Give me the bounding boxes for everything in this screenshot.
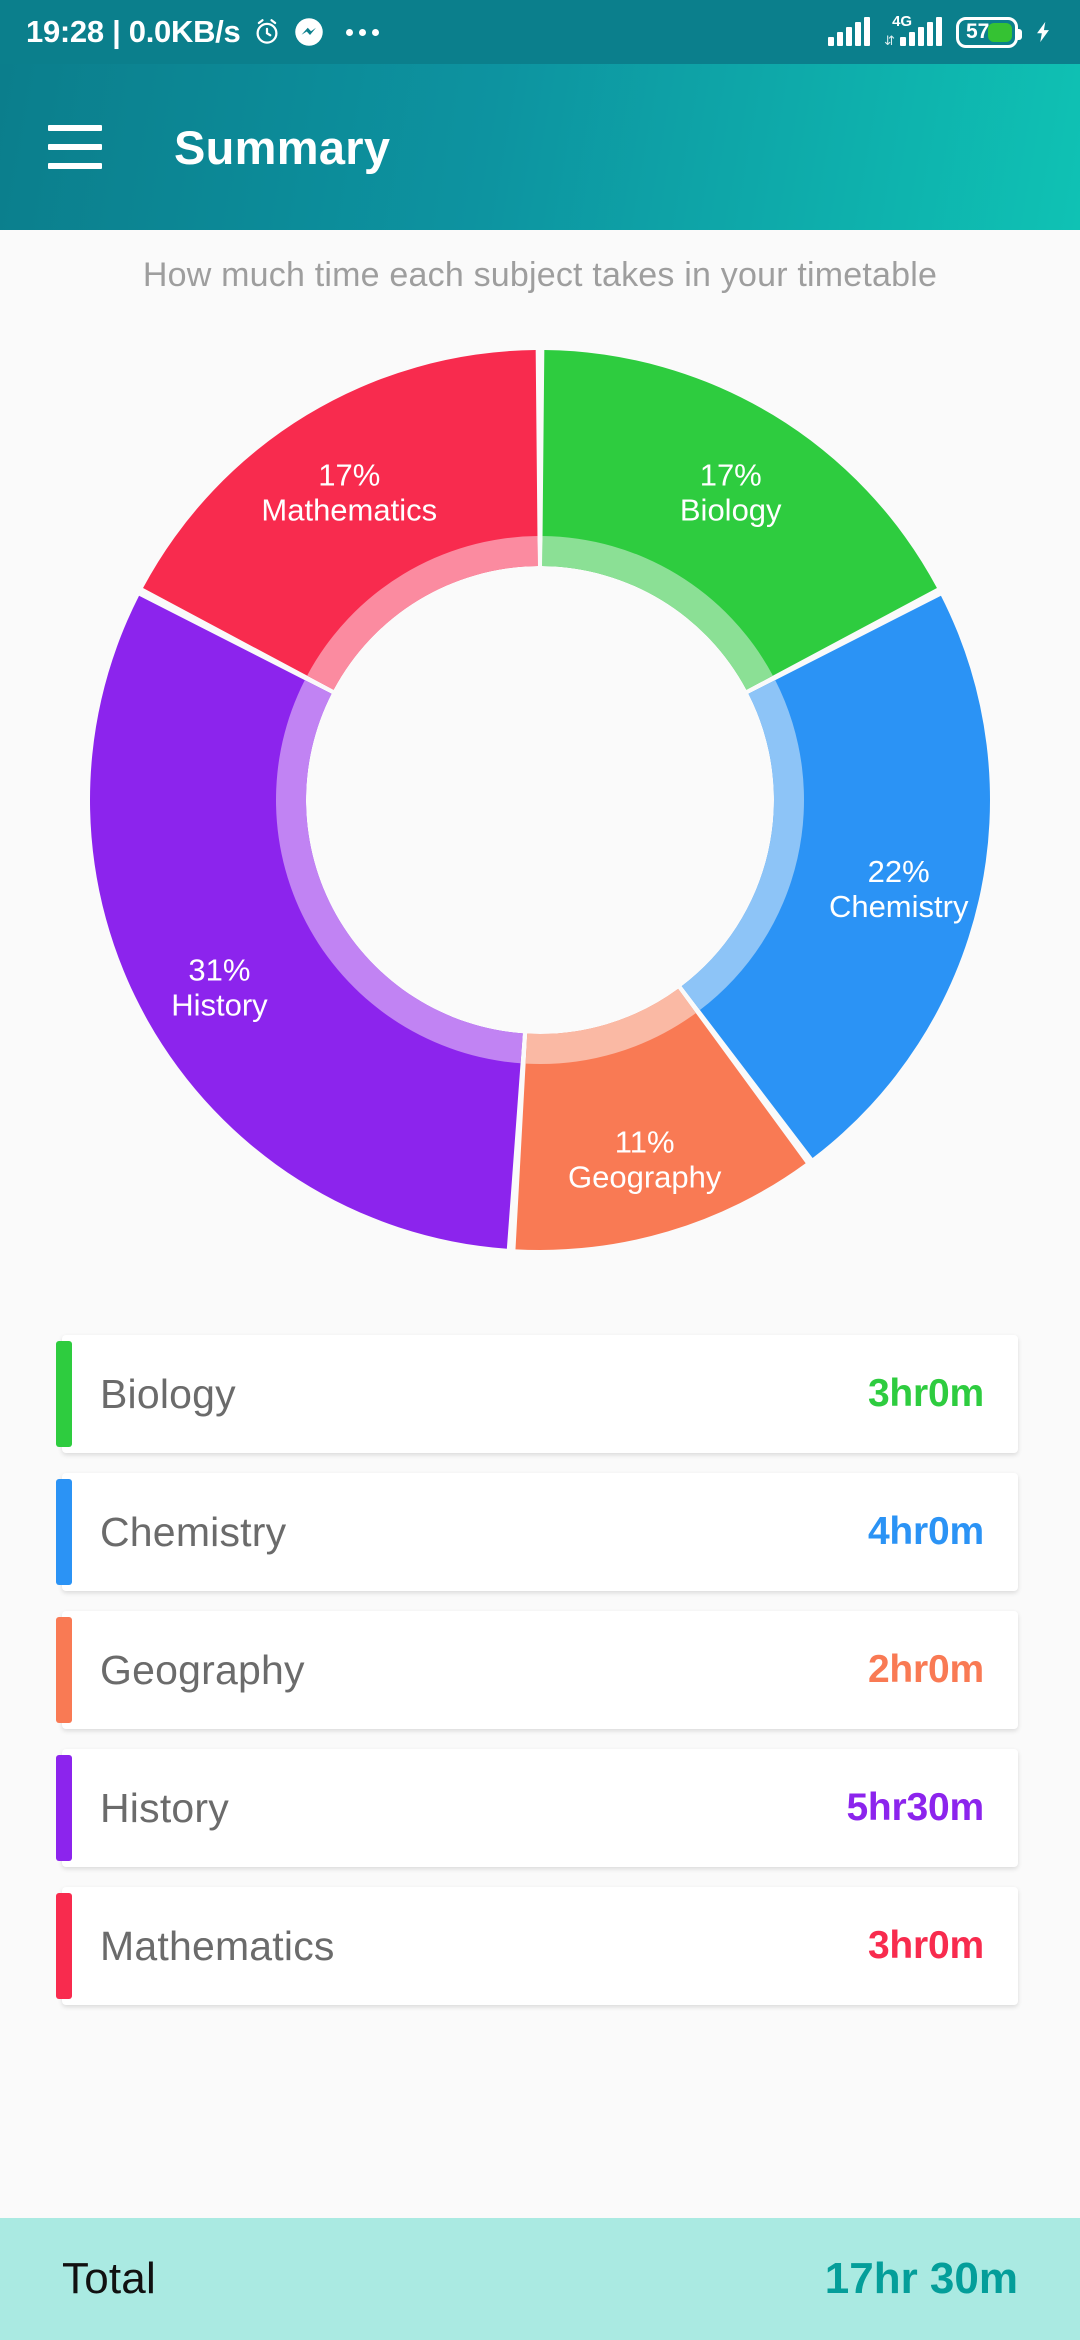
network-type-label: 4G: [892, 13, 913, 30]
pie-slice-percent-label: 17%: [700, 457, 762, 492]
battery-icon: 57: [956, 16, 1022, 48]
subject-duration: 3hr0m: [867, 1372, 984, 1415]
more-notifications-icon: [346, 28, 380, 36]
subject-row[interactable]: History 5hr30m: [56, 1749, 1018, 1867]
subject-color-bar: [56, 1341, 72, 1447]
subject-name: Biology: [100, 1370, 236, 1417]
pie-slice-percent-label: 11%: [615, 1125, 675, 1160]
subject-list: Biology 3hr0m Chemistry 4hr0m Geography 2hr0m…: [0, 1335, 1080, 2025]
alarm-clock-icon: [256, 19, 278, 44]
subject-duration: 3hr0m: [867, 1924, 984, 1967]
status-bar: 19:28 | 0.0KB/s 4G ⇵ 57: [0, 0, 1080, 64]
charging-bolt-icon: [1037, 21, 1049, 43]
battery-percent-label: 57: [966, 20, 990, 43]
pie-slice-percent-label: 31%: [188, 953, 250, 988]
data-transfer-arrows-icon: ⇵: [884, 32, 895, 48]
pie-slice-name-label: Chemistry: [829, 889, 969, 924]
donut-chart-svg: 17%Biology22%Chemistry11%Geography31%His…: [90, 350, 991, 1250]
subject-row[interactable]: Geography 2hr0m: [56, 1611, 1018, 1729]
total-label: Total: [62, 2254, 156, 2303]
subject-color-bar: [56, 1755, 72, 1861]
subject-row[interactable]: Mathematics 3hr0m: [56, 1887, 1018, 2005]
pie-slice-name-label: Mathematics: [261, 492, 437, 527]
status-clock-and-netspeed: 19:28 | 0.0KB/s: [26, 14, 241, 49]
chart-slices[interactable]: [90, 350, 991, 1250]
subject-name: Mathematics: [100, 1922, 335, 1969]
subject-row[interactable]: Chemistry 4hr0m: [56, 1473, 1018, 1591]
chart-inner-ring: [275, 536, 804, 1064]
subject-color-bar: [56, 1893, 72, 1999]
page-title: Summary: [174, 120, 391, 174]
subject-duration: 2hr0m: [867, 1648, 984, 1691]
status-bar-right: 4G ⇵ 57: [828, 14, 1054, 48]
pie-slice-name-label: Biology: [680, 492, 782, 527]
subject-name: Chemistry: [100, 1508, 287, 1555]
pie-slice-percent-label: 17%: [318, 457, 380, 492]
pie-slice-name-label: History: [171, 988, 268, 1023]
subject-color-bar: [56, 1617, 72, 1723]
messenger-icon: [295, 18, 324, 46]
subject-color-bar: [56, 1479, 72, 1585]
status-bar-left: 19:28 | 0.0KB/s: [26, 14, 380, 50]
subject-name: History: [100, 1784, 229, 1831]
app-bar: Summary: [0, 64, 1080, 230]
signal-bars-icon: [828, 17, 871, 46]
hamburger-menu-icon[interactable]: [48, 125, 102, 169]
battery-fill: [988, 22, 1012, 42]
subject-duration: 5hr30m: [846, 1786, 984, 1829]
donut-chart: 17% Biology 22% Chemistry 11% Geography 31% His…: [0, 300, 1080, 1300]
total-value: 17hr 30m: [824, 2254, 1018, 2303]
pie-slice-name-label: Geography: [568, 1160, 722, 1195]
mobile-data-signal-icon: 4G ⇵: [884, 14, 942, 48]
chart-subtitle: How much time each subject takes in your…: [142, 256, 938, 294]
pie-slice-percent-label: 22%: [868, 854, 930, 889]
subject-duration: 4hr0m: [867, 1510, 984, 1553]
subject-name: Geography: [100, 1646, 305, 1693]
subject-row[interactable]: Biology 3hr0m: [56, 1335, 1018, 1453]
total-bar: Total 17hr 30m: [0, 2218, 1080, 2340]
